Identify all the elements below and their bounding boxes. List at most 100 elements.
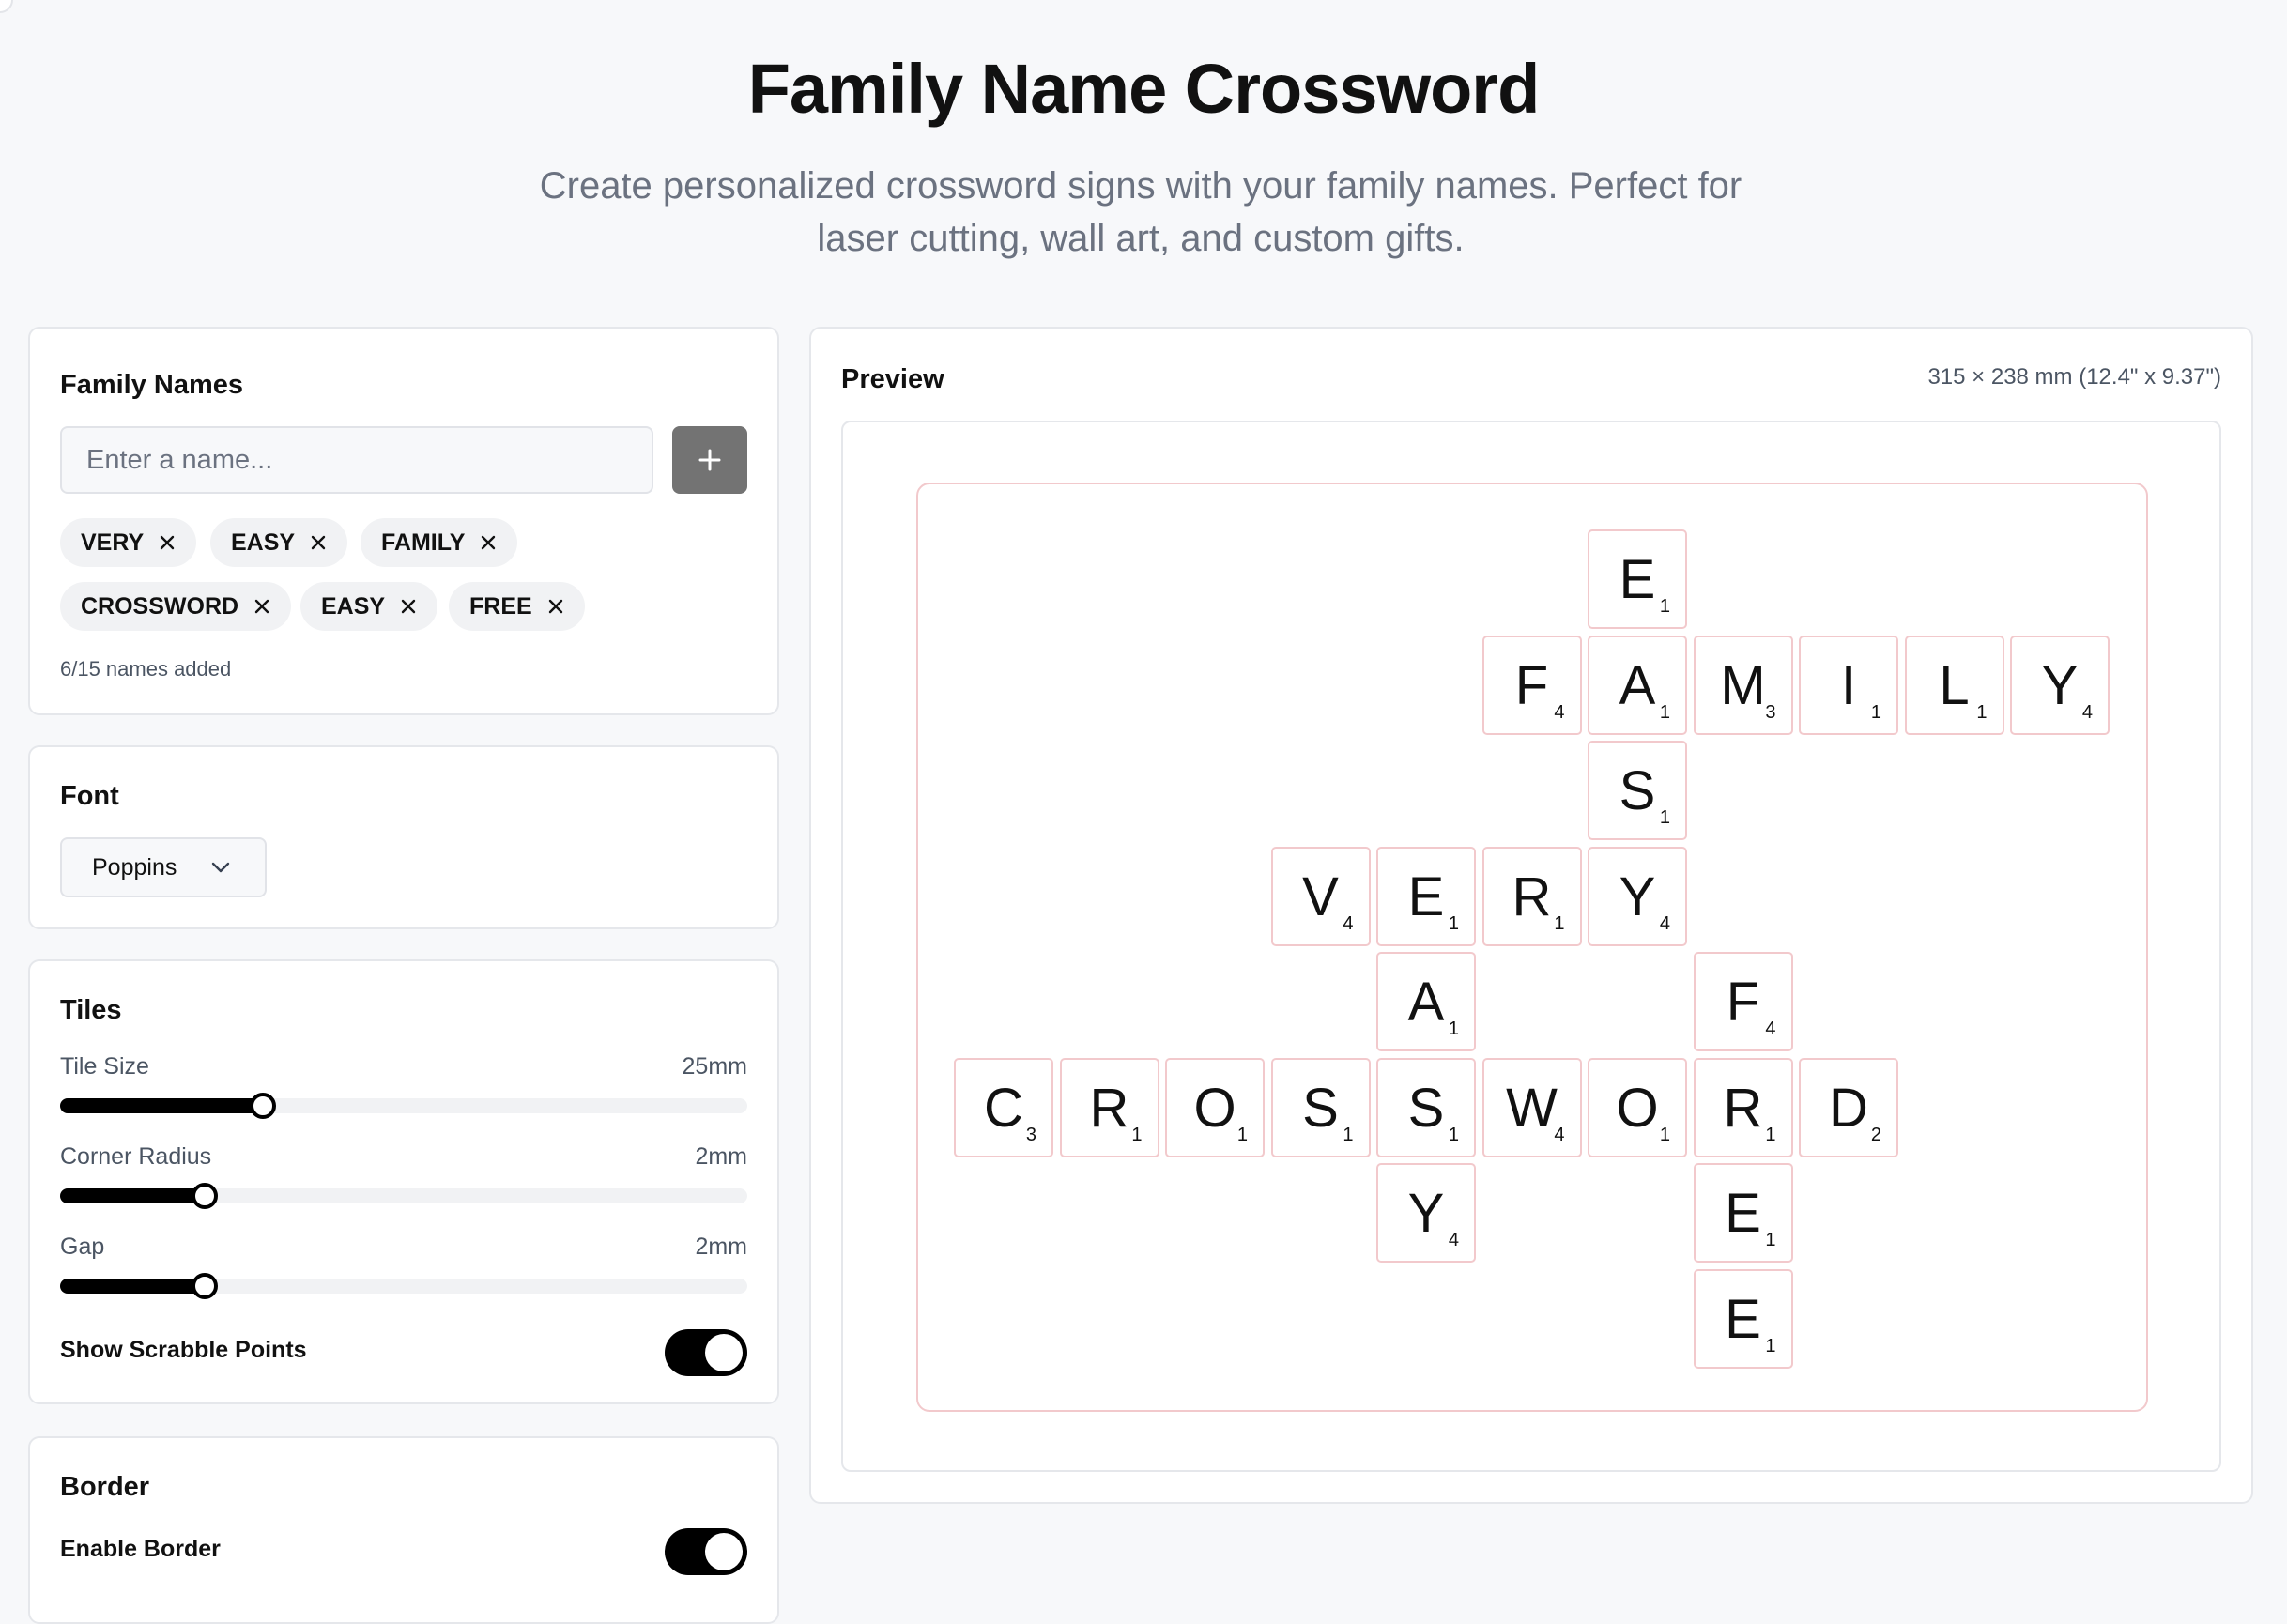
card-title-border: Border bbox=[60, 1472, 150, 1502]
close-icon[interactable] bbox=[253, 598, 270, 615]
corner-radius-label: Corner Radius bbox=[60, 1143, 212, 1170]
close-icon[interactable] bbox=[310, 534, 327, 551]
show-points-label: Show Scrabble Points bbox=[60, 1337, 307, 1363]
tile-points: 1 bbox=[1554, 912, 1565, 934]
tile-points: 1 bbox=[1870, 701, 1881, 723]
crossword-tile: E1 bbox=[1376, 846, 1476, 946]
tile-letter: E bbox=[1725, 1183, 1761, 1244]
sign-outline bbox=[916, 483, 2148, 1412]
crossword-tile: F4 bbox=[1481, 635, 1582, 735]
tile-points: 2 bbox=[1870, 1124, 1881, 1145]
tile-letter: F bbox=[1514, 654, 1549, 716]
crossword-tile: S1 bbox=[1270, 1057, 1371, 1157]
chip-label: VERY bbox=[81, 529, 145, 556]
slider-thumb[interactable] bbox=[191, 1273, 218, 1299]
add-name-button[interactable] bbox=[672, 426, 747, 494]
tile-letter: E bbox=[1619, 549, 1656, 610]
font-select[interactable]: Poppins bbox=[60, 837, 267, 897]
card-title-tiles: Tiles bbox=[60, 995, 122, 1025]
tile-points: 4 bbox=[1448, 1230, 1459, 1250]
tile-points: 1 bbox=[1765, 1124, 1776, 1145]
crossword-tile: V4 bbox=[1270, 846, 1371, 946]
tile-size-slider[interactable] bbox=[60, 1093, 747, 1119]
corner-badge bbox=[0, 0, 13, 13]
tile-letter: O bbox=[1616, 1077, 1659, 1139]
gap-label: Gap bbox=[60, 1233, 105, 1260]
tile-points: 1 bbox=[1659, 1124, 1670, 1145]
tile-letter: D bbox=[1829, 1077, 1868, 1139]
tile-letter: Y bbox=[1619, 866, 1656, 927]
tile-letter: R bbox=[1512, 866, 1552, 927]
plus-icon bbox=[698, 449, 721, 471]
page-title: Family Name Crossword bbox=[747, 50, 1541, 128]
card-title-family-names: Family Names bbox=[60, 370, 244, 400]
tiles-card: Tiles Tile Size 25mm Corner Radius 2mm G… bbox=[28, 959, 779, 1404]
name-chip: FREE bbox=[449, 582, 585, 631]
slider-thumb[interactable] bbox=[191, 1183, 218, 1209]
tile-letter: O bbox=[1193, 1077, 1236, 1139]
crossword-tile: L1 bbox=[1904, 635, 2004, 735]
tile-points: 1 bbox=[1131, 1124, 1143, 1145]
crossword-tile: S1 bbox=[1588, 741, 1687, 840]
crossword-tile: R1 bbox=[1481, 846, 1582, 946]
crossword-tile: A1 bbox=[1376, 952, 1476, 1051]
tile-points: 4 bbox=[1765, 1019, 1776, 1039]
font-select-value: Poppins bbox=[92, 853, 177, 881]
tile-points: 1 bbox=[1659, 596, 1670, 617]
tile-letter: I bbox=[1840, 654, 1857, 716]
card-title-preview: Preview bbox=[841, 364, 944, 394]
tile-letter: M bbox=[1720, 654, 1766, 716]
tile-letter: R bbox=[1723, 1077, 1763, 1139]
chip-label: CROSSWORD bbox=[81, 592, 239, 620]
tile-points: 1 bbox=[1448, 912, 1459, 934]
tile-points: 4 bbox=[1659, 912, 1670, 934]
border-card: Border Enable Border bbox=[28, 1436, 779, 1624]
tile-letter: C bbox=[984, 1077, 1023, 1139]
close-icon[interactable] bbox=[547, 598, 564, 615]
crossword-tile: M3 bbox=[1693, 635, 1793, 735]
close-icon[interactable] bbox=[480, 534, 497, 551]
tile-points: 4 bbox=[1343, 912, 1354, 934]
slider-fill bbox=[60, 1098, 263, 1113]
preview-dimensions: 315 × 238 mm (12.4" x 9.37") bbox=[1927, 364, 2221, 390]
tile-points: 1 bbox=[1765, 1335, 1776, 1356]
tile-letter: Y bbox=[2041, 654, 2079, 716]
slider-thumb[interactable] bbox=[249, 1093, 276, 1119]
family-names-card: Family Names VERY EASY FAMILY CROSSWORD … bbox=[28, 327, 779, 715]
preview-card: Preview 315 × 238 mm (12.4" x 9.37") E1F… bbox=[809, 327, 2253, 1504]
tile-points: 1 bbox=[1448, 1019, 1459, 1039]
page-subtitle: Create personalized crossword signs with… bbox=[539, 165, 1742, 259]
tile-points: 1 bbox=[1659, 701, 1670, 723]
crossword-tile: E1 bbox=[1588, 529, 1687, 629]
name-chip: CROSSWORD bbox=[60, 582, 292, 631]
corner-radius-value: 2mm bbox=[695, 1143, 747, 1170]
tile-points: 4 bbox=[1554, 1124, 1565, 1145]
name-chip: FAMILY bbox=[361, 518, 518, 567]
name-input[interactable] bbox=[60, 426, 653, 494]
crossword-tile: I1 bbox=[1799, 635, 1898, 735]
tile-letter: F bbox=[1726, 972, 1760, 1033]
crossword-tile: Y4 bbox=[1588, 846, 1687, 946]
crossword-tile: R1 bbox=[1693, 1057, 1793, 1157]
gap-value: 2mm bbox=[695, 1233, 747, 1260]
corner-radius-slider[interactable] bbox=[60, 1183, 747, 1209]
card-title-font: Font bbox=[60, 781, 119, 811]
chip-label: EASY bbox=[321, 592, 386, 620]
close-icon[interactable] bbox=[400, 598, 417, 615]
close-icon[interactable] bbox=[159, 534, 176, 551]
tile-letter: A bbox=[1619, 654, 1656, 716]
tile-size-value: 25mm bbox=[682, 1053, 747, 1080]
tile-letter: R bbox=[1089, 1077, 1129, 1139]
enable-border-toggle[interactable] bbox=[665, 1528, 747, 1575]
show-points-toggle[interactable] bbox=[665, 1329, 747, 1376]
crossword-tile: S1 bbox=[1376, 1057, 1476, 1157]
tile-size-label: Tile Size bbox=[60, 1053, 149, 1080]
tile-points: 3 bbox=[1765, 701, 1776, 723]
chip-label: EASY bbox=[231, 529, 296, 556]
crossword-tile: O1 bbox=[1588, 1057, 1687, 1157]
slider-fill bbox=[60, 1188, 205, 1203]
tile-letter: E bbox=[1407, 866, 1445, 927]
gap-slider[interactable] bbox=[60, 1273, 747, 1299]
tile-points: 4 bbox=[2081, 701, 2093, 723]
tile-points: 1 bbox=[1976, 701, 1988, 723]
